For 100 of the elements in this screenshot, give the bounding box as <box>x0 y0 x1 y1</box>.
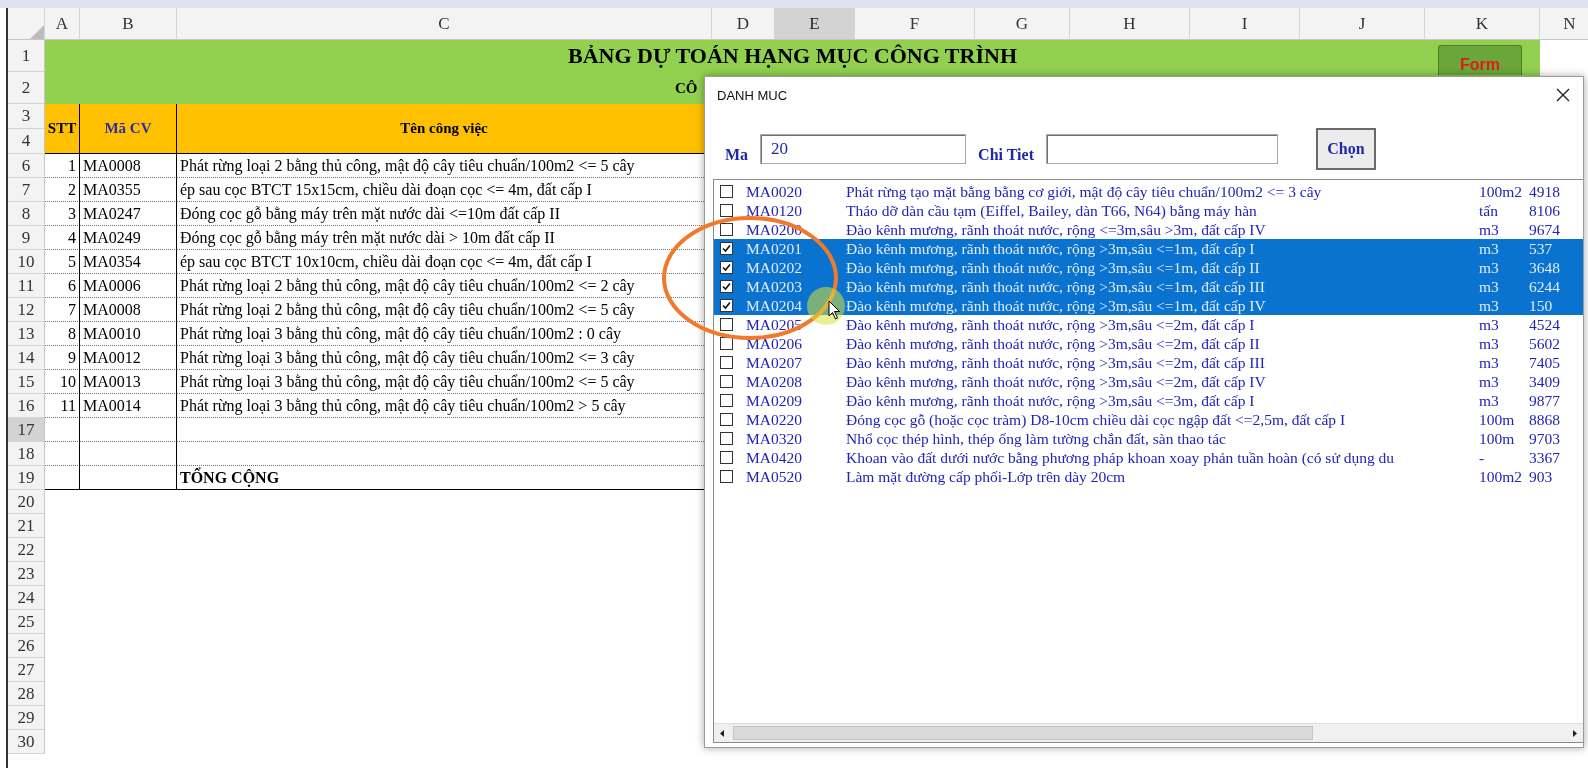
checkbox[interactable] <box>720 318 733 331</box>
row-header[interactable]: 3 <box>8 104 45 129</box>
column-header[interactable]: I <box>1190 8 1300 40</box>
list-row[interactable]: MA0208 Đào kênh mương, rãnh thoát nước, rộng >3m,sâu <=2m, đất cấp IV m3 3409 <box>714 372 1583 391</box>
row-header[interactable]: 23 <box>8 562 45 586</box>
row-header[interactable]: 29 <box>8 706 45 730</box>
table-cell: MA0008 <box>80 298 177 322</box>
row-header[interactable]: 19 <box>8 466 45 490</box>
list-row[interactable]: MA0520 Làm mặt đường cấp phối-Lớp trên dày 20cm 100m2 903 <box>714 467 1583 486</box>
input-field[interactable]: 20 <box>760 134 967 164</box>
item-description: Tháo dỡ dàn cầu tạm (Eiffel, Bailey, dàn T66, N64) bằng máy hàn <box>846 201 1258 220</box>
column-header[interactable]: K <box>1425 8 1540 40</box>
table-cell: 4 <box>45 226 80 250</box>
scrollbar-thumb[interactable] <box>733 726 1313 740</box>
row-header[interactable]: 24 <box>8 586 45 610</box>
item-code: MA0208 <box>746 372 802 390</box>
row-header[interactable]: 16 <box>8 394 45 418</box>
field-label: Chi Tiet <box>978 146 1034 164</box>
row-header[interactable]: 8 <box>8 202 45 226</box>
list-row[interactable]: MA0320 Nhổ cọc thép hình, thép ống làm tường chắn đất, sàn thao tác 100m 9703 <box>714 429 1583 448</box>
list-row[interactable]: MA0120 Tháo dỡ dàn cầu tạm (Eiffel, Bailey, dàn T66, N64) bằng máy hàn tấn 8106 <box>714 201 1583 220</box>
column-header[interactable]: J <box>1300 8 1425 40</box>
checkbox[interactable] <box>720 299 733 312</box>
item-code: MA0204 <box>746 296 802 314</box>
list-row[interactable]: MA0020 Phát rừng tạo mặt bằng bằng cơ giới, mật độ cây tiêu chuẩn/100m2 <= 3 cây 100m2 4918 <box>714 182 1583 201</box>
list-row[interactable]: MA0209 Đào kênh mương, rãnh thoát nước, rộng >3m,sâu <=3m, đất cấp I m3 9877 <box>714 391 1583 410</box>
item-value: 9674 <box>1529 220 1560 239</box>
click-highlight <box>806 286 846 326</box>
item-code: MA0206 <box>746 334 802 352</box>
list-row[interactable]: MA0206 Đào kênh mương, rãnh thoát nước, rộng >3m,sâu <=2m, đất cấp II m3 5602 <box>714 334 1583 353</box>
item-unit: m3 <box>1479 391 1500 410</box>
row-header[interactable]: 26 <box>8 634 45 658</box>
row-header[interactable]: 18 <box>8 442 45 466</box>
column-header[interactable]: E <box>775 8 855 40</box>
row-header[interactable]: 22 <box>8 538 45 562</box>
choose-button[interactable]: Chọn <box>1316 128 1376 170</box>
row-header[interactable]: 2 <box>8 72 45 104</box>
item-code: MA0420 <box>746 448 802 466</box>
item-unit: m3 <box>1479 353 1500 372</box>
input-field[interactable] <box>1046 134 1278 164</box>
row-header[interactable]: 14 <box>8 346 45 370</box>
column-header[interactable]: A <box>45 8 80 40</box>
list-row[interactable]: MA0201 Đào kênh mương, rãnh thoát nước, rộng >3m,sâu <=1m, đất cấp I m3 537 <box>714 239 1583 258</box>
item-code: MA0203 <box>746 277 802 295</box>
list-row[interactable]: MA0204 Đào kênh mương, rãnh thoát nước, rộng >3m,sâu <=1m, đất cấp IV m3 150 <box>714 296 1583 315</box>
item-unit: m3 <box>1479 277 1500 296</box>
list-row[interactable]: MA0203 Đào kênh mương, rãnh thoát nước, rộng >3m,sâu <=1m, đất cấp III m3 6244 <box>714 277 1583 296</box>
row-header[interactable]: 28 <box>8 682 45 706</box>
row-header[interactable]: 30 <box>8 730 45 754</box>
row-header[interactable]: 13 <box>8 322 45 346</box>
column-header[interactable]: G <box>975 8 1070 40</box>
row-header[interactable]: 9 <box>8 226 45 250</box>
column-header[interactable]: C <box>177 8 712 40</box>
row-header[interactable]: 12 <box>8 298 45 322</box>
row-header[interactable]: 7 <box>8 178 45 202</box>
checkbox[interactable] <box>720 394 733 407</box>
checkbox[interactable] <box>720 432 733 445</box>
row-header[interactable]: 21 <box>8 514 45 538</box>
row-header[interactable]: 10 <box>8 250 45 274</box>
column-header[interactable]: F <box>855 8 975 40</box>
checkbox[interactable] <box>720 375 733 388</box>
checkbox[interactable] <box>720 242 733 255</box>
checkbox[interactable] <box>720 261 733 274</box>
row-header[interactable]: 27 <box>8 658 45 682</box>
list-row[interactable]: MA0420 Khoan vào đất dưới nước bằng phương pháp khoan xoay phản tuần hoàn (có sử dụng du - 3367 <box>714 448 1583 467</box>
checkbox[interactable] <box>720 204 733 217</box>
item-value: 4524 <box>1529 315 1560 334</box>
row-header[interactable]: 11 <box>8 274 45 298</box>
item-code: MA0320 <box>746 429 802 447</box>
item-code: MA0520 <box>746 467 802 485</box>
row-header[interactable]: 15 <box>8 370 45 394</box>
item-description: Đào kênh mương, rãnh thoát nước, rộng <=3m,sâu >3m, đất cấp IV <box>846 220 1267 239</box>
checkbox[interactable] <box>720 337 733 350</box>
list-row[interactable]: MA0220 Đóng cọc gỗ (hoặc cọc tràm) D8-10cm chiều dài cọc ngập đất <=2,5m, đất cấp I 100m 8868 <box>714 410 1583 429</box>
row-header[interactable]: 6 <box>8 154 45 178</box>
item-description: Khoan vào đất dưới nước bằng phương pháp khoan xoay phản tuần hoàn (có sử dụng du <box>846 448 1396 467</box>
checkbox[interactable] <box>720 470 733 483</box>
item-description: Nhổ cọc thép hình, thép ống làm tường chắn đất, sàn thao tác <box>846 429 1227 448</box>
list-row[interactable]: MA0207 Đào kênh mương, rãnh thoát nước, rộng >3m,sâu <=2m, đất cấp III m3 7405 <box>714 353 1583 372</box>
column-header[interactable]: N <box>1540 8 1588 40</box>
row-header[interactable]: 1 <box>8 40 45 72</box>
checkbox[interactable] <box>720 185 733 198</box>
row-header[interactable]: 25 <box>8 610 45 634</box>
item-code: MA0209 <box>746 391 802 409</box>
checkbox[interactable] <box>720 280 733 293</box>
item-unit: 100m2 <box>1479 182 1524 201</box>
checkbox[interactable] <box>720 356 733 369</box>
column-header[interactable]: D <box>712 8 775 40</box>
checkbox[interactable] <box>720 413 733 426</box>
column-header[interactable]: H <box>1070 8 1190 40</box>
row-header[interactable]: 20 <box>8 490 45 514</box>
item-value: 3409 <box>1529 372 1560 391</box>
horizontal-scrollbar[interactable] <box>714 723 1583 742</box>
column-header[interactable]: B <box>80 8 177 40</box>
row-header[interactable]: 4 <box>8 129 45 154</box>
checkbox[interactable] <box>720 223 733 236</box>
checkbox[interactable] <box>720 451 733 464</box>
row-header[interactable]: 17 <box>8 418 45 442</box>
list-row[interactable]: MA0202 Đào kênh mương, rãnh thoát nước, rộng >3m,sâu <=1m, đất cấp II m3 3648 <box>714 258 1583 277</box>
item-code: MA0207 <box>746 353 802 371</box>
